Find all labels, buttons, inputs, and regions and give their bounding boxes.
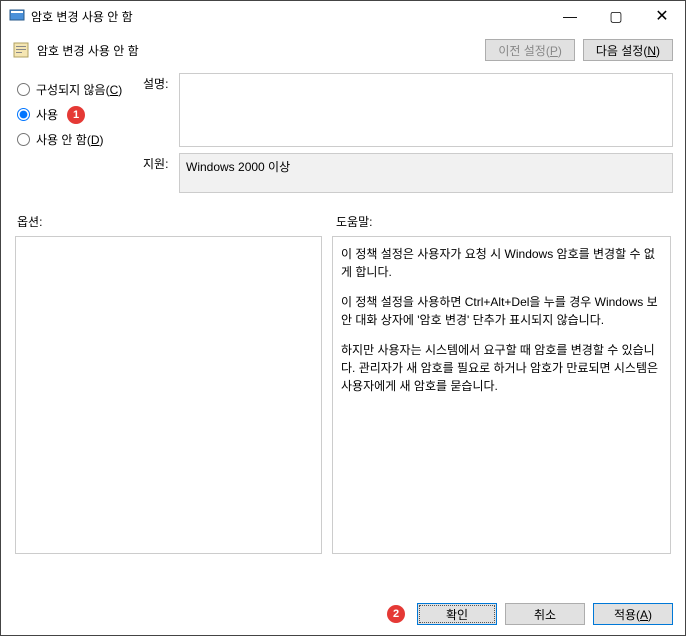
options-label: 옵션:: [13, 213, 328, 230]
help-text-3: 하지만 사용자는 시스템에서 요구할 때 암호를 변경할 수 있습니다. 관리자…: [341, 341, 662, 395]
help-text-1: 이 정책 설정은 사용자가 요청 시 Windows 암호를 변경할 수 없게 …: [341, 245, 662, 281]
dialog-footer: 2 확인 취소 적용(A): [387, 603, 673, 625]
support-label: 지원:: [143, 153, 179, 193]
radio-disabled-input[interactable]: [17, 133, 30, 146]
policy-title: 암호 변경 사용 안 함: [37, 42, 477, 59]
policy-header: 암호 변경 사용 안 함 이전 설정(P) 다음 설정(N): [13, 39, 673, 61]
title-bar: 암호 변경 사용 안 함 — ▢ ✕: [1, 1, 685, 31]
radio-enabled-input[interactable]: [17, 108, 30, 121]
maximize-button[interactable]: ▢: [593, 1, 639, 31]
help-text-2: 이 정책 설정을 사용하면 Ctrl+Alt+Del을 누를 경우 Window…: [341, 293, 662, 329]
window-controls: — ▢ ✕: [547, 1, 685, 31]
help-label: 도움말:: [328, 213, 372, 230]
cancel-button[interactable]: 취소: [505, 603, 585, 625]
radio-not-configured[interactable]: 구성되지 않음(C): [17, 81, 143, 98]
state-radio-group: 구성되지 않음(C) 사용 1 사용 안 함(D): [13, 73, 143, 199]
callout-marker-2: 2: [387, 605, 405, 623]
minimize-button[interactable]: —: [547, 1, 593, 31]
close-button[interactable]: ✕: [639, 1, 685, 31]
radio-not-configured-input[interactable]: [17, 83, 30, 96]
radio-enabled[interactable]: 사용 1: [17, 106, 143, 123]
options-pane[interactable]: [15, 236, 322, 554]
next-setting-button[interactable]: 다음 설정(N): [583, 39, 673, 61]
apply-button[interactable]: 적용(A): [593, 603, 673, 625]
window-title: 암호 변경 사용 안 함: [31, 8, 547, 25]
policy-icon: [13, 42, 29, 58]
description-textarea[interactable]: [179, 73, 673, 147]
callout-marker-1: 1: [67, 106, 85, 124]
ok-button[interactable]: 확인: [417, 603, 497, 625]
radio-disabled[interactable]: 사용 안 함(D): [17, 131, 143, 148]
prev-setting-button[interactable]: 이전 설정(P): [485, 39, 575, 61]
app-icon: [9, 8, 25, 24]
support-box: Windows 2000 이상: [179, 153, 673, 193]
description-label: 설명:: [143, 73, 179, 147]
help-pane[interactable]: 이 정책 설정은 사용자가 요청 시 Windows 암호를 변경할 수 없게 …: [332, 236, 671, 554]
